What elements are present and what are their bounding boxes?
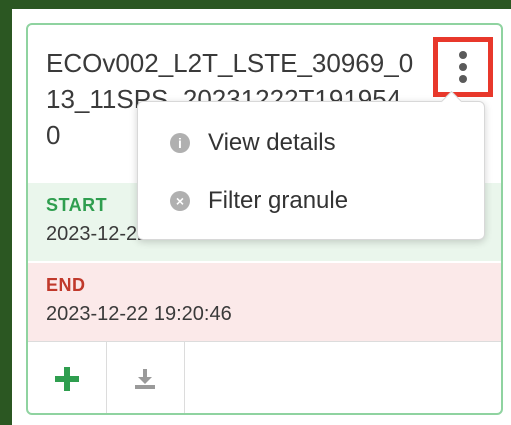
granule-actions-button[interactable] — [433, 37, 493, 97]
download-icon — [135, 369, 155, 389]
add-granule-button[interactable] — [28, 342, 107, 413]
menu-item-view-details[interactable]: i View details — [138, 114, 484, 172]
end-value: 2023-12-22 19:20:46 — [46, 303, 232, 325]
info-circle-icon: i — [170, 133, 190, 153]
menu-item-filter-granule[interactable]: × Filter granule — [138, 172, 484, 230]
start-label: START — [46, 195, 108, 215]
times-circle-icon: × — [170, 191, 190, 211]
end-time-section: END 2023-12-22 19:20:46 — [28, 263, 501, 341]
kebab-menu-icon — [459, 51, 467, 83]
card-footer — [28, 341, 501, 413]
end-label: END — [46, 275, 86, 295]
granule-actions-menu: i View details × Filter granule — [137, 90, 485, 240]
plus-icon — [55, 367, 79, 391]
download-granule-button[interactable] — [106, 342, 185, 413]
menu-item-label: View details — [208, 129, 336, 156]
menu-item-label: Filter granule — [208, 187, 349, 214]
